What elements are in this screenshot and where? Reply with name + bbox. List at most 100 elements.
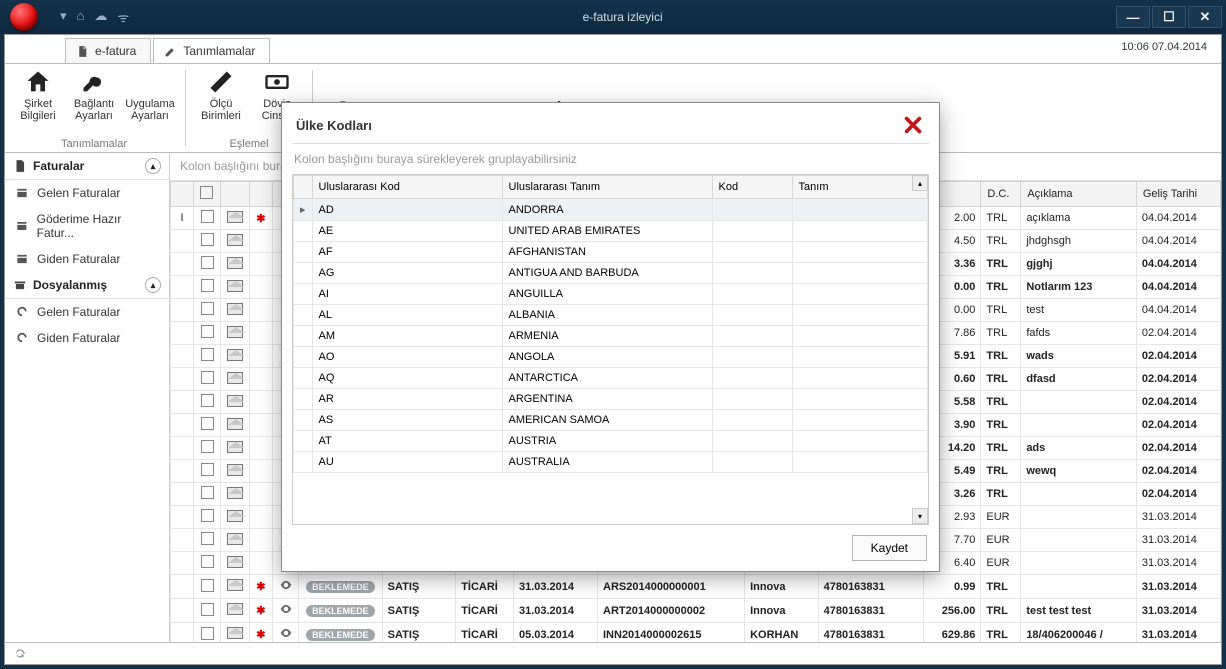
- sidebar-item[interactable]: Gelen Faturalar: [5, 180, 169, 206]
- save-button[interactable]: Kaydet: [852, 535, 927, 561]
- table-row[interactable]: ✱ BEKLEMEDE SATIŞTİCARİ31.03.2014ART2014…: [171, 599, 1221, 623]
- table-row[interactable]: ✱ BEKLEMEDE SATIŞTİCARİ31.03.2014ARS2014…: [171, 575, 1221, 599]
- collapse-icon[interactable]: ▴: [145, 158, 161, 174]
- row-checkbox[interactable]: [201, 627, 214, 640]
- country-row[interactable]: AOANGOLA: [294, 347, 928, 368]
- scroll-up-button[interactable]: ▴: [912, 175, 928, 191]
- bug-icon: ✱: [256, 213, 265, 225]
- sidebar-item[interactable]: Giden Faturalar: [5, 325, 169, 351]
- minimize-button[interactable]: —: [1116, 6, 1150, 28]
- envelope-icon: [227, 487, 243, 499]
- ribbon-group-tanimlamalar: Şirket Bilgileri Bağlantı Ayarları Uygul…: [5, 64, 183, 152]
- eye-icon: [279, 578, 293, 592]
- row-checkbox[interactable]: [201, 210, 214, 223]
- sidebar-item[interactable]: Giden Faturalar: [5, 246, 169, 272]
- sidebar-item-label: Gelen Faturalar: [37, 305, 120, 319]
- btn-label: Uygulama Ayarları: [125, 98, 175, 122]
- refresh-icon[interactable]: [13, 647, 27, 661]
- row-checkbox[interactable]: [201, 579, 214, 592]
- panel-header-faturalar[interactable]: Faturalar ▴: [5, 153, 169, 180]
- envelope-icon: [227, 395, 243, 407]
- country-row[interactable]: ARARGENTINA: [294, 389, 928, 410]
- envelope-icon: [227, 349, 243, 361]
- row-checkbox[interactable]: [201, 233, 214, 246]
- btn-label: Bağlantı Ayarları: [69, 98, 119, 122]
- tab-label: Tanımlamalar: [183, 44, 255, 58]
- row-checkbox[interactable]: [201, 532, 214, 545]
- scroll-down-button[interactable]: ▾: [912, 508, 928, 524]
- envelope-icon: [227, 627, 243, 639]
- eye-icon: [279, 626, 293, 640]
- close-icon: [902, 114, 924, 136]
- country-row[interactable]: ALALBANIA: [294, 305, 928, 326]
- status-badge: BEKLEMEDE: [306, 605, 375, 617]
- country-row[interactable]: ATAUSTRIA: [294, 431, 928, 452]
- panel-header-dosyalanmis[interactable]: Dosyalanmış ▴: [5, 272, 169, 299]
- archive-icon: [13, 278, 27, 292]
- col-name[interactable]: Tanım: [792, 176, 927, 199]
- country-row[interactable]: ▸ ADANDORRA: [294, 199, 928, 221]
- modal-table-wrap: ▴ ▾ Uluslararası Kod Uluslararası Tanım …: [292, 174, 929, 525]
- country-row[interactable]: AQANTARCTICA: [294, 368, 928, 389]
- cloud-icon[interactable]: ☁: [94, 8, 107, 26]
- country-row[interactable]: AEUNITED ARAB EMIRATES: [294, 221, 928, 242]
- qat-dropdown-icon[interactable]: ▾: [60, 8, 67, 26]
- tab-label: e-fatura: [95, 44, 136, 58]
- panel-title: Faturalar: [33, 159, 84, 173]
- row-checkbox[interactable]: [201, 348, 214, 361]
- item-icon: [15, 219, 29, 233]
- app-logo: [10, 3, 38, 31]
- table-row[interactable]: ✱ BEKLEMEDE SATIŞTİCARİ05.03.2014INN2014…: [171, 623, 1221, 643]
- row-checkbox[interactable]: [201, 486, 214, 499]
- row-checkbox[interactable]: [201, 302, 214, 315]
- col-int-name[interactable]: Uluslararası Tanım: [502, 176, 712, 199]
- home-icon[interactable]: ⌂: [77, 8, 85, 26]
- col-int-code[interactable]: Uluslararası Kod: [312, 176, 502, 199]
- close-button[interactable]: ✕: [1188, 6, 1222, 28]
- sidebar-item[interactable]: Gelen Faturalar: [5, 299, 169, 325]
- window-titlebar: ▾ ⌂ ☁ ᯤ e-fatura izleyici — ☐ ✕: [0, 0, 1226, 34]
- item-icon: [15, 252, 29, 266]
- document-icon: [76, 45, 89, 58]
- btn-uygulama-ayarlari[interactable]: Uygulama Ayarları: [125, 68, 175, 136]
- row-checkbox[interactable]: [201, 371, 214, 384]
- collapse-icon[interactable]: ▴: [145, 277, 161, 293]
- row-checkbox[interactable]: [201, 325, 214, 338]
- btn-olcu-birimleri[interactable]: Ölçü Birimleri: [196, 68, 246, 136]
- sidebar-item[interactable]: Göderime Hazır Fatur...: [5, 206, 169, 246]
- country-row[interactable]: AIANGUILLA: [294, 284, 928, 305]
- row-checkbox[interactable]: [201, 603, 214, 616]
- country-row[interactable]: ASAMERICAN SAMOA: [294, 410, 928, 431]
- tab-efatura[interactable]: e-fatura: [65, 38, 151, 63]
- country-row[interactable]: AGANTIGUA AND BARBUDA: [294, 263, 928, 284]
- sidebar-item-label: Gelen Faturalar: [37, 186, 120, 200]
- country-row[interactable]: AMARMENIA: [294, 326, 928, 347]
- envelope-icon: [227, 510, 243, 522]
- row-checkbox[interactable]: [201, 555, 214, 568]
- tab-tanimlamalar[interactable]: Tanımlamalar: [153, 38, 270, 63]
- money-icon: [263, 68, 291, 96]
- row-checkbox[interactable]: [201, 463, 214, 476]
- country-row[interactable]: AFAFGHANISTAN: [294, 242, 928, 263]
- row-checkbox[interactable]: [201, 509, 214, 522]
- envelope-icon: [227, 579, 243, 591]
- btn-baglanti-ayarlari[interactable]: Bağlantı Ayarları: [69, 68, 119, 136]
- envelope-icon: [227, 372, 243, 384]
- modal-close-button[interactable]: [901, 113, 925, 137]
- col-code[interactable]: Kod: [712, 176, 792, 199]
- btn-sirket-bilgileri[interactable]: Şirket Bilgileri: [13, 68, 63, 136]
- row-checkbox[interactable]: [201, 256, 214, 269]
- envelope-icon: [227, 211, 243, 223]
- bug-icon: ✱: [256, 629, 265, 641]
- ruler-icon: [207, 68, 235, 96]
- maximize-button[interactable]: ☐: [1152, 6, 1186, 28]
- eye-icon: [279, 602, 293, 616]
- row-checkbox[interactable]: [201, 279, 214, 292]
- country-row[interactable]: AUAUSTRALIA: [294, 452, 928, 473]
- ribbon-tabstrip: e-fatura Tanımlamalar 10:06 07.04.2014: [5, 35, 1221, 63]
- row-checkbox[interactable]: [201, 440, 214, 453]
- wifi-icon[interactable]: ᯤ: [117, 8, 129, 26]
- row-checkbox[interactable]: [201, 394, 214, 407]
- edit-icon: [164, 45, 177, 58]
- row-checkbox[interactable]: [201, 417, 214, 430]
